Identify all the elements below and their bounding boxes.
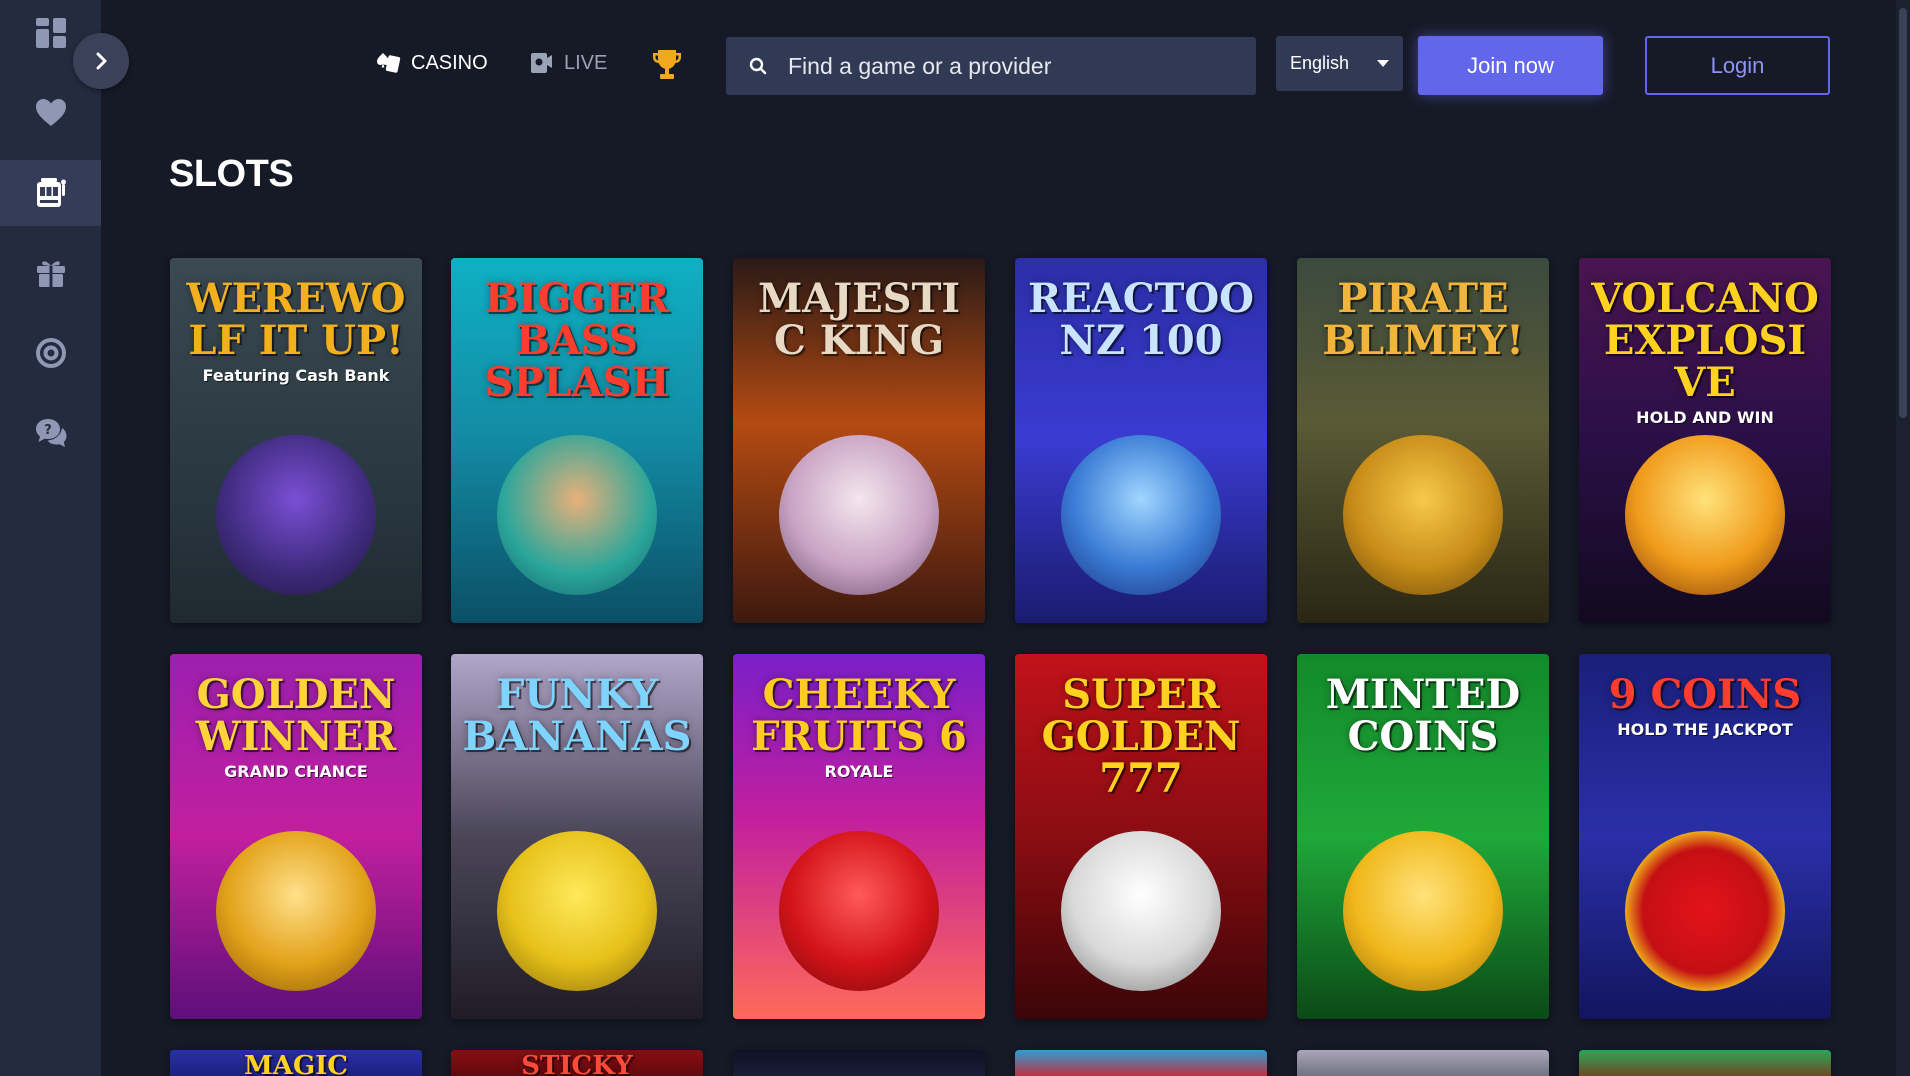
chevron-right-icon <box>96 52 107 70</box>
game-artwork <box>1061 831 1221 991</box>
game-title: Werewolf It Up! <box>186 275 406 364</box>
sidebar-item-favorites[interactable] <box>0 80 101 146</box>
game-artwork <box>1625 831 1785 991</box>
game-artwork <box>1061 435 1221 595</box>
trophy-icon[interactable] <box>651 48 683 82</box>
game-artwork <box>497 831 657 991</box>
scrollbar[interactable] <box>1896 0 1910 1076</box>
game-title: Majestic King <box>757 275 961 364</box>
slot-machine-icon <box>36 178 66 207</box>
sidebar-item-help[interactable] <box>0 320 101 386</box>
nav-casino[interactable]: CASINO <box>375 50 488 76</box>
language-selected: English <box>1290 53 1350 73</box>
game-title: Sticky <box>521 1051 633 1076</box>
game-tile[interactable] <box>733 1050 985 1076</box>
game-tile[interactable]: Magic <box>170 1050 422 1076</box>
game-tile[interactable]: Super Golden 777 <box>1015 654 1267 1019</box>
game-title: Funky Bananas <box>462 671 692 760</box>
game-tile[interactable]: Sticky <box>451 1050 703 1076</box>
game-tile[interactable]: Funky Bananas <box>451 654 703 1019</box>
game-artwork <box>497 435 657 595</box>
svg-text:?: ? <box>44 423 52 438</box>
sidebar-item-support[interactable]: ? <box>0 400 101 466</box>
game-tile[interactable] <box>1297 1050 1549 1076</box>
game-tile[interactable]: 9 Coins HOLD THE JACKPOT <box>1579 654 1831 1019</box>
lifebuoy-icon <box>35 338 66 368</box>
sidebar-item-promotions[interactable] <box>0 240 101 306</box>
heart-icon <box>35 99 66 126</box>
game-title: Super Golden 777 <box>1041 671 1241 802</box>
page-title: SLOTS <box>169 153 294 195</box>
game-title: Bigger Bass Splash <box>484 275 670 406</box>
game-artwork <box>1343 435 1503 595</box>
game-tile[interactable]: Volcano Explosive HOLD AND WIN <box>1579 258 1831 623</box>
game-subtitle: ROYALE <box>824 762 894 781</box>
game-tile[interactable]: Pirate Blimey! <box>1297 258 1549 623</box>
game-search[interactable] <box>726 37 1256 95</box>
game-title: Magic <box>243 1051 348 1076</box>
scrollbar-thumb[interactable] <box>1899 8 1907 418</box>
game-tile[interactable]: Bigger Bass Splash <box>451 258 703 623</box>
search-input[interactable] <box>788 52 1228 80</box>
caret-down-icon <box>1377 60 1389 67</box>
game-artwork <box>1343 831 1503 991</box>
game-tile[interactable] <box>1015 1050 1267 1076</box>
sidebar-item-slots[interactable] <box>0 160 101 226</box>
game-title: Cheeky Fruits 6 <box>751 671 967 760</box>
game-artwork <box>1625 435 1785 595</box>
cards-icon <box>377 53 401 73</box>
game-title: Volcano Explosive <box>1591 275 1819 406</box>
live-dealer-icon <box>531 53 552 73</box>
game-tile[interactable] <box>1579 1050 1831 1076</box>
game-tile[interactable]: Minted Coins <box>1297 654 1549 1019</box>
game-artwork <box>779 831 939 991</box>
game-title: Minted Coins <box>1325 671 1521 760</box>
game-artwork <box>779 435 939 595</box>
game-subtitle: GRAND CHANCE <box>224 762 368 781</box>
game-tile[interactable]: Cheeky Fruits 6 ROYALE <box>733 654 985 1019</box>
search-icon <box>749 57 767 75</box>
game-tile[interactable]: Golden Winner GRAND CHANCE <box>170 654 422 1019</box>
game-subtitle: HOLD THE JACKPOT <box>1617 720 1793 739</box>
chat-support-icon: ? <box>35 419 66 447</box>
game-title: 9 Coins <box>1608 671 1802 718</box>
join-now-button[interactable]: Join now <box>1418 36 1603 95</box>
gift-icon <box>36 261 65 287</box>
login-button[interactable]: Login <box>1645 36 1830 95</box>
game-subtitle: HOLD AND WIN <box>1636 408 1774 427</box>
game-tile[interactable]: Reactoonz 100 <box>1015 258 1267 623</box>
game-tile[interactable]: Werewolf It Up! Featuring Cash Bank <box>170 258 422 623</box>
game-title: Golden Winner <box>195 671 397 760</box>
nav-casino-label: CASINO <box>411 51 488 74</box>
game-title: Pirate Blimey! <box>1322 275 1524 364</box>
nav-live[interactable]: LIVE <box>528 50 607 76</box>
game-artwork <box>216 831 376 991</box>
sidebar-expand-button[interactable] <box>73 33 129 89</box>
nav-live-label: LIVE <box>564 51 608 74</box>
game-subtitle: Featuring Cash Bank <box>202 366 390 385</box>
sidebar: ? <box>0 0 101 1076</box>
game-title: Reactoonz 100 <box>1027 275 1255 364</box>
dashboard-icon <box>35 18 66 48</box>
language-select[interactable]: English <box>1276 36 1403 91</box>
game-artwork <box>216 435 376 595</box>
game-tile[interactable]: Majestic King <box>733 258 985 623</box>
